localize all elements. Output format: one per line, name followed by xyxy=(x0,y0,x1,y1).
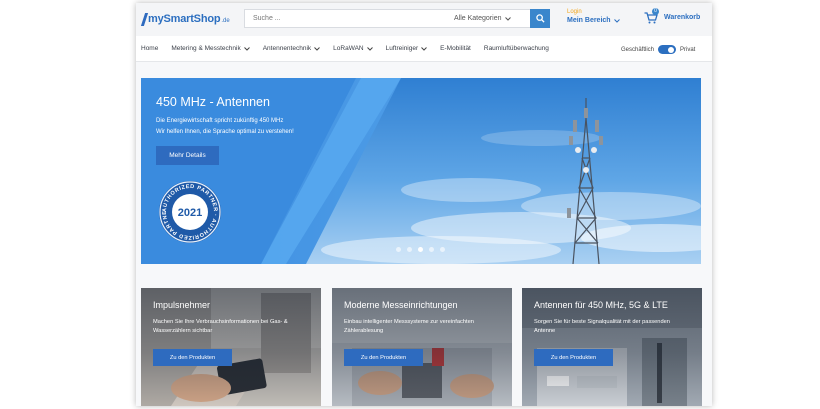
login-label: Login xyxy=(567,9,582,15)
chevron-down-icon xyxy=(505,16,512,21)
card-description: Sorgen Sie für beste Signalqualität mit … xyxy=(534,319,670,334)
nav-item-label: Metering & Messtechnik xyxy=(171,45,241,52)
nav-item-raumluft[interactable]: Raumluftüberwachung xyxy=(484,45,549,52)
chevron-down-icon xyxy=(366,46,373,51)
site-logo[interactable]: mySmartShop .de xyxy=(140,12,230,26)
chevron-down-icon xyxy=(613,18,620,23)
search-button[interactable] xyxy=(530,9,550,28)
category-select[interactable]: Alle Kategorien xyxy=(454,15,530,22)
customer-type-switch[interactable] xyxy=(658,45,677,54)
hero-slider[interactable]: 450 MHz - Antennen Die Energiewirtschaft… xyxy=(141,78,701,264)
card-products-button[interactable]: Zu den Produkten xyxy=(534,349,613,366)
cart-count-badge: 0 xyxy=(652,8,659,15)
customer-type-toggle: Geschäftlich Privat xyxy=(621,45,695,54)
authorized-partner-seal: AUTHORIZED PARTNER · AUTHORIZED PARTNER … xyxy=(158,180,221,243)
account-label-row: Mein Bereich xyxy=(567,17,620,24)
card-description: Einbau intelligenter Messsysteme zur ver… xyxy=(344,319,474,334)
nav-item-metering[interactable]: Metering & Messtechnik xyxy=(171,45,250,52)
hero-text-2: Wir helfen Ihnen, die Sprache optimal zu… xyxy=(156,129,294,135)
card-products-button[interactable]: Zu den Produkten xyxy=(344,349,423,366)
slider-dot[interactable] xyxy=(429,247,434,252)
top-header: mySmartShop .de Suche ... Alle Kategorie… xyxy=(136,3,712,36)
logo-text: mySmartShop xyxy=(148,13,221,25)
chevron-down-icon xyxy=(421,46,428,51)
search-bar: Suche ... Alle Kategorien xyxy=(244,9,550,28)
nav-item-lorawan[interactable]: LoRaWAN xyxy=(333,45,373,52)
cart-button[interactable]: 0 Warenkorb xyxy=(644,8,701,24)
card-title: Moderne Messeinrichtungen xyxy=(344,300,458,310)
seal-year: 2021 xyxy=(178,207,202,219)
nav-item-label: Home xyxy=(141,45,159,52)
nav-item-label: E-Mobilität xyxy=(440,45,471,52)
slider-dot[interactable] xyxy=(440,247,445,252)
card-description: Machen Sie Ihre Verbrauchsinformationen … xyxy=(153,319,288,334)
hero-more-details-button[interactable]: Mehr Details xyxy=(156,146,219,165)
category-card-impulsnehmer: Impulsnehmer Machen Sie Ihre Verbrauchsi… xyxy=(141,288,321,406)
chevron-down-icon xyxy=(314,46,321,51)
nav-item-antennentechnik[interactable]: Antennentechnik xyxy=(262,45,321,52)
category-select-label: Alle Kategorien xyxy=(454,15,502,22)
card-title: Antennen für 450 MHz, 5G & LTE xyxy=(534,300,668,310)
toggle-label-business: Geschäftlich xyxy=(621,46,655,53)
slider-pagination xyxy=(396,247,445,252)
logo-tld: .de xyxy=(221,17,230,24)
nav-item-label: Raumluftüberwachung xyxy=(483,45,549,52)
nav-item-label: Luftreiniger xyxy=(385,45,419,52)
chevron-down-icon xyxy=(243,46,250,51)
nav-item-label: LoRaWAN xyxy=(333,45,364,52)
nav-item-emobilitaet[interactable]: E-Mobilität xyxy=(440,45,471,52)
slider-dot[interactable] xyxy=(407,247,412,252)
slider-dot[interactable] xyxy=(396,247,401,252)
nav-item-label: Antennentechnik xyxy=(262,45,312,52)
toggle-label-private: Privat xyxy=(680,46,696,53)
main-navigation: Home Metering & Messtechnik Antennentech… xyxy=(136,36,712,62)
slider-dot-active[interactable] xyxy=(418,247,423,252)
category-card-messeinrichtungen: Moderne Messeinrichtungen Einbau intelli… xyxy=(332,288,512,406)
cart-label: Warenkorb xyxy=(664,13,701,21)
hero-text-1: Die Energiewirtschaft spricht zukünftig … xyxy=(156,118,284,124)
account-label: Mein Bereich xyxy=(567,17,611,24)
browser-page: mySmartShop .de Suche ... Alle Kategorie… xyxy=(136,3,712,406)
nav-item-luftreiniger[interactable]: Luftreiniger xyxy=(386,45,428,52)
hero-title: 450 MHz - Antennen xyxy=(156,95,270,109)
card-title: Impulsnehmer xyxy=(153,300,211,310)
nav-item-home[interactable]: Home xyxy=(141,45,158,52)
card-products-button[interactable]: Zu den Produkten xyxy=(153,349,232,366)
switch-knob xyxy=(668,46,675,53)
search-input[interactable]: Suche ... xyxy=(245,15,454,22)
search-icon xyxy=(535,14,545,23)
cart-icon: 0 xyxy=(644,8,659,24)
account-menu[interactable]: Login Mein Bereich xyxy=(567,9,620,24)
category-card-antennen: Antennen für 450 MHz, 5G & LTE Sorgen Si… xyxy=(522,288,702,406)
